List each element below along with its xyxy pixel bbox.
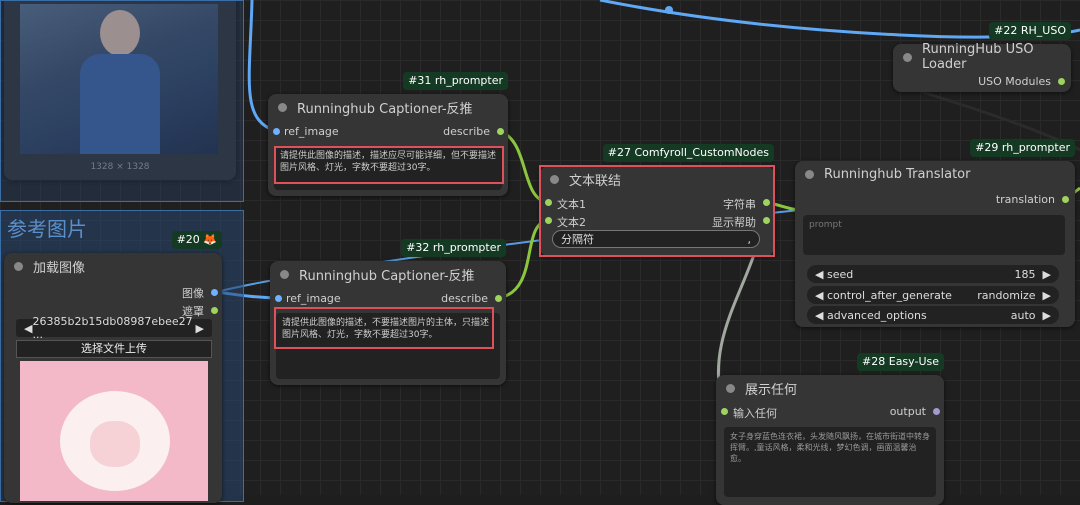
output-label: describe xyxy=(441,292,488,305)
node-badge: #29 rh_prompter xyxy=(970,139,1075,157)
load-image-node[interactable]: #20 🦊 加载图像 图像 遮罩 ◀ 26385b2b15db08987ebee… xyxy=(4,231,222,503)
node-title: RunningHub USO Loader xyxy=(922,42,1034,72)
chevron-left-icon[interactable]: ◀ xyxy=(24,322,32,335)
upload-button[interactable]: 选择文件上传 xyxy=(16,340,212,358)
chevron-right-icon[interactable]: ▶ xyxy=(196,322,204,335)
group-title: 参考图片 xyxy=(7,217,87,241)
collapse-dot-icon[interactable] xyxy=(280,269,289,279)
loaded-image-preview xyxy=(20,361,208,501)
node-badge: #22 RH_USO xyxy=(989,22,1071,40)
collapse-dot-icon[interactable] xyxy=(14,261,23,271)
chevron-left-icon[interactable]: ◀ xyxy=(815,289,827,302)
file-name: 26385b2b15db08987ebee27 ... xyxy=(32,315,193,341)
chevron-left-icon[interactable]: ◀ xyxy=(815,309,827,322)
output-image-socket[interactable] xyxy=(211,289,218,296)
highlight-box xyxy=(274,307,494,349)
node-title: Runninghub Captioner-反推 xyxy=(297,101,473,117)
input-any-socket[interactable] xyxy=(721,408,728,415)
input-ref-image-socket[interactable] xyxy=(273,128,280,135)
concat27-node[interactable]: #27 Comfyroll_CustomNodes 文本联结 文本1 文本2 字… xyxy=(539,144,775,257)
cag-label: control_after_generate xyxy=(826,288,952,302)
node-badge: #31 rh_prompter xyxy=(403,72,508,90)
seed-label: seed xyxy=(826,267,854,281)
output-label: USO Modules xyxy=(978,75,1051,88)
output-uso-socket[interactable] xyxy=(1058,78,1065,85)
output-label: describe xyxy=(443,125,490,138)
node-badge: #20 🦊 xyxy=(171,231,222,249)
node-title: 展示任何 xyxy=(745,382,798,398)
chevron-right-icon[interactable]: ▶ xyxy=(1036,268,1051,281)
cag-value: randomize xyxy=(977,288,1036,302)
translator29-node[interactable]: #29 rh_prompter Runninghub Translator tr… xyxy=(795,139,1075,327)
input-label: ref_image xyxy=(286,292,341,305)
output-socket[interactable] xyxy=(933,408,940,415)
adv-label: advanced_options xyxy=(826,308,927,322)
node-title: 加载图像 xyxy=(33,260,86,276)
node-title: Runninghub Translator xyxy=(824,166,971,182)
chevron-right-icon[interactable]: ▶ xyxy=(1036,309,1051,322)
node-badge: #32 rh_prompter xyxy=(401,239,506,257)
output-label: translation xyxy=(995,193,1055,206)
collapse-dot-icon[interactable] xyxy=(903,52,912,62)
prompt-textarea[interactable]: prompt xyxy=(803,215,1065,255)
captioner32-node[interactable]: #32 rh_prompter Runninghub Captioner-反推 … xyxy=(270,239,506,385)
input-label: ref_image xyxy=(284,125,339,138)
chevron-right-icon[interactable]: ▶ xyxy=(1036,289,1051,302)
highlight-box xyxy=(274,146,504,184)
node-badge: #27 Comfyroll_CustomNodes xyxy=(602,144,774,162)
highlight-box xyxy=(539,165,775,257)
wire-reroute-dot xyxy=(665,6,673,14)
output-translation-socket[interactable] xyxy=(1062,196,1069,203)
seed-value: 185 xyxy=(1014,267,1036,281)
display-text: 女子身穿蓝色连衣裙，头发随风飘扬，在城市街道中转身挥臂。,童话风格，柔和光线，梦… xyxy=(724,427,936,497)
collapse-dot-icon[interactable] xyxy=(726,383,735,393)
chevron-left-icon[interactable]: ◀ xyxy=(815,268,827,281)
collapse-dot-icon[interactable] xyxy=(805,169,814,179)
output-describe-socket[interactable] xyxy=(495,295,502,302)
output-describe-socket[interactable] xyxy=(497,128,504,135)
uso22-node[interactable]: #22 RH_USO RunningHub USO Loader USO Mod… xyxy=(893,22,1071,92)
output-label: output xyxy=(889,405,926,418)
output-mask-socket[interactable] xyxy=(211,307,218,314)
node-title: Runninghub Captioner-反推 xyxy=(299,268,475,284)
show28-node[interactable]: #28 Easy-Use 展示任何 输入任何 output 女子身穿蓝色连衣裙，… xyxy=(716,353,944,505)
output-image-label: 图像 xyxy=(182,287,204,300)
top-image-group xyxy=(0,0,244,202)
node-badge: #28 Easy-Use xyxy=(857,353,944,371)
input-ref-image-socket[interactable] xyxy=(275,295,282,302)
captioner31-node[interactable]: #31 rh_prompter Runninghub Captioner-反推 … xyxy=(268,72,508,196)
seed-widget[interactable]: ◀ seed 185 ▶ xyxy=(807,265,1059,283)
collapse-dot-icon[interactable] xyxy=(278,102,287,112)
input-label: 输入任何 xyxy=(733,407,777,420)
adv-value: auto xyxy=(1010,308,1036,322)
file-select[interactable]: ◀ 26385b2b15db08987ebee27 ... ▶ xyxy=(16,315,212,341)
advanced-options-widget[interactable]: ◀ advanced_options auto ▶ xyxy=(807,306,1059,324)
control-after-generate-widget[interactable]: ◀ control_after_generate randomize ▶ xyxy=(807,286,1059,304)
